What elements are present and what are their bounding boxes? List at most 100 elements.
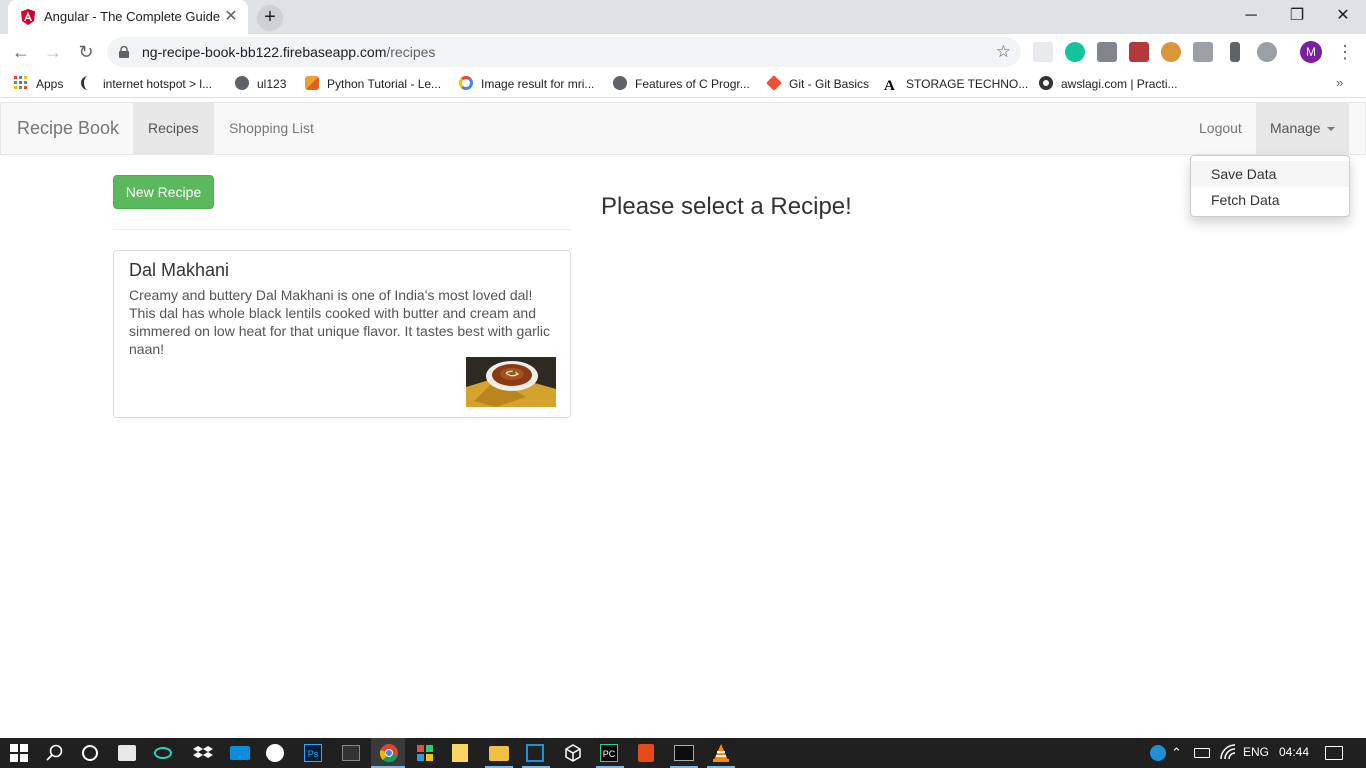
virtualbox-icon[interactable] — [526, 744, 544, 762]
command-prompt-icon[interactable] — [674, 745, 694, 761]
bookmark-label: internet hotspot > l... — [103, 77, 213, 91]
profile-avatar[interactable]: M — [1300, 41, 1322, 63]
dropdown-save-data[interactable]: Save Data — [1191, 161, 1349, 187]
bookmark-features-of-c[interactable]: Features of C Progr... — [613, 76, 750, 92]
photoshop-icon[interactable]: Ps — [304, 744, 322, 762]
bookmark-label: awslagi.com | Practi... — [1061, 77, 1178, 91]
url-host: ng-recipe-book-bb122.firebaseapp.com — [142, 44, 387, 60]
url-text: ng-recipe-book-bb122.firebaseapp.com/rec… — [142, 44, 435, 60]
file-explorer-icon[interactable] — [489, 746, 509, 761]
key-extension-icon[interactable] — [1230, 42, 1240, 62]
globe-icon — [613, 76, 627, 90]
bookmark-internet-hotspot[interactable]: internet hotspot > l... — [81, 76, 212, 92]
more-bookmarks-icon[interactable]: » — [1336, 75, 1343, 90]
git-icon — [766, 75, 782, 91]
sticky-notes-icon[interactable] — [452, 744, 468, 762]
tab-close-icon[interactable]: ✕ — [222, 8, 240, 26]
chrome-icon[interactable] — [379, 743, 399, 763]
moon-icon — [81, 76, 95, 90]
windows-start-icon[interactable] — [9, 743, 29, 763]
recipe-list-item[interactable]: Dal Makhani Creamy and buttery Dal Makha… — [113, 250, 571, 418]
manage-label: Manage — [1270, 120, 1321, 136]
battery-icon[interactable] — [1194, 748, 1210, 758]
address-bar[interactable]: ng-recipe-book-bb122.firebaseapp.com/rec… — [107, 37, 1021, 67]
dropdown-fetch-data[interactable]: Fetch Data — [1191, 187, 1349, 213]
recipe-name: Dal Makhani — [129, 260, 230, 280]
window-close-icon[interactable]: ✕ — [1320, 5, 1366, 27]
cookie-extension-icon[interactable] — [1161, 42, 1181, 62]
navbar-brand[interactable]: Recipe Book — [17, 118, 119, 139]
browser-toolbar: ← → ↻ ng-recipe-book-bb122.firebaseapp.c… — [0, 34, 1366, 70]
bookmark-label: Git - Git Basics — [789, 77, 870, 91]
windows-taskbar: Ps PC ⌃ ENG 04:44 — [0, 738, 1366, 768]
extension-icon-6[interactable] — [1193, 42, 1213, 62]
cortana-icon[interactable] — [80, 743, 100, 763]
new-recipe-button[interactable]: New Recipe — [113, 175, 214, 209]
terminal-app-icon[interactable] — [342, 745, 360, 761]
bookmark-label: Apps — [36, 77, 64, 91]
wifi-icon[interactable] — [1218, 743, 1238, 763]
search-icon[interactable] — [45, 743, 65, 763]
forward-icon[interactable]: → — [40, 40, 66, 64]
dark-mode-extension-icon[interactable] — [1257, 42, 1277, 62]
cube-extension-icon[interactable] — [1097, 42, 1117, 62]
circle-icon — [1039, 76, 1053, 90]
bookmark-awslagi[interactable]: awslagi.com | Practi... — [1039, 76, 1177, 92]
bookmark-star-icon[interactable]: ☆ — [996, 42, 1011, 62]
bookmark-ul123[interactable]: ul123 — [235, 76, 286, 92]
infinity-app-icon[interactable] — [154, 747, 172, 759]
grammarly-icon[interactable] — [1065, 42, 1085, 62]
recipe-image — [466, 357, 556, 407]
tray-chevron-up-icon[interactable]: ⌃ — [1171, 745, 1182, 761]
bookmark-apps[interactable]: Apps — [14, 76, 63, 92]
bookmark-label: STORAGE TECHNO... — [906, 77, 1029, 91]
pdf-extension-icon[interactable] — [1129, 42, 1149, 62]
bookmark-label: Image result for mri... — [481, 77, 595, 91]
bookmarks-bar: Apps internet hotspot > l... ul123 Pytho… — [0, 70, 1366, 98]
bookmark-label: ul123 — [257, 77, 287, 91]
globe-icon — [235, 76, 249, 90]
google-icon — [459, 76, 473, 90]
nav-logout[interactable]: Logout — [1184, 103, 1257, 154]
font-a-icon: A — [884, 78, 895, 94]
browser-menu-icon[interactable]: ⋮ — [1336, 41, 1354, 63]
store-icon[interactable] — [118, 745, 136, 761]
divider — [113, 229, 571, 230]
back-icon[interactable]: ← — [8, 40, 34, 64]
caret-down-icon — [1326, 127, 1335, 132]
weather-tray-icon[interactable] — [1150, 745, 1166, 761]
bookmark-python-tutorial[interactable]: Python Tutorial - Le... — [305, 76, 441, 92]
url-path: /recipes — [386, 44, 436, 60]
select-recipe-message: Please select a Recipe! — [601, 193, 852, 220]
dropbox-icon[interactable] — [193, 743, 213, 763]
extension-icon-1[interactable] — [1033, 42, 1053, 62]
nav-recipes[interactable]: Recipes — [133, 103, 214, 154]
language-indicator[interactable]: ENG — [1243, 745, 1269, 759]
pycharm-icon[interactable]: PC — [600, 744, 618, 762]
apps-grid-icon — [14, 76, 27, 89]
nav-manage-dropdown[interactable]: Manage — [1256, 103, 1349, 154]
app-navbar: Recipe Book Recipes Shopping List Logout… — [0, 102, 1366, 155]
reload-icon[interactable]: ↻ — [73, 40, 99, 64]
clock[interactable]: 04:44 — [1279, 745, 1309, 759]
restore-icon[interactable]: ❐ — [1274, 5, 1320, 27]
vlc-icon[interactable] — [711, 743, 731, 763]
new-tab-button[interactable]: + — [257, 5, 283, 31]
mail-icon[interactable] — [230, 746, 250, 760]
recipe-description: Creamy and buttery Dal Makhani is one of… — [129, 287, 550, 357]
lock-icon — [119, 46, 129, 58]
nav-shopping-list[interactable]: Shopping List — [214, 103, 329, 154]
office-icon[interactable] — [638, 744, 654, 762]
tiles-app-icon[interactable] — [415, 743, 435, 763]
browser-tab[interactable]: Angular - The Complete Guide ✕ — [8, 0, 248, 34]
bookmark-image-result[interactable]: Image result for mri... — [459, 76, 594, 92]
notifications-icon[interactable] — [1325, 746, 1343, 760]
steam-icon[interactable] — [266, 744, 284, 762]
minimize-icon[interactable]: ─ — [1228, 5, 1274, 27]
cube-app-icon[interactable] — [563, 743, 583, 763]
bookmark-label: Features of C Progr... — [635, 77, 750, 91]
bookmark-storage-techno[interactable]: A STORAGE TECHNO... — [884, 76, 1029, 94]
bookmark-git-basics[interactable]: Git - Git Basics — [766, 75, 870, 92]
bookmark-label: Python Tutorial - Le... — [327, 77, 442, 91]
manage-dropdown-menu: Save Data Fetch Data — [1190, 155, 1350, 217]
